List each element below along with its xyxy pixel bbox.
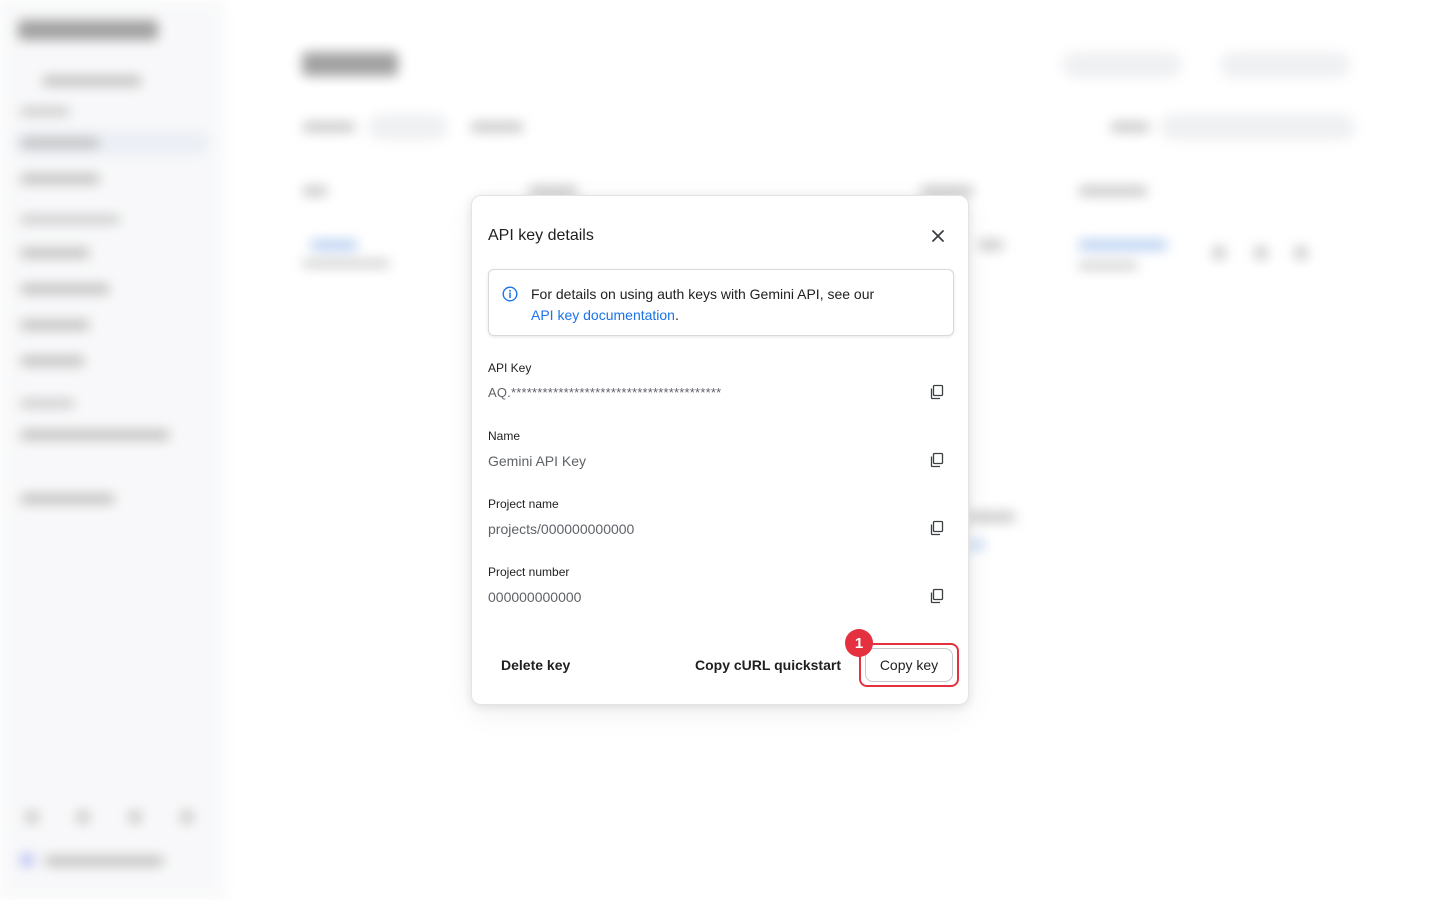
dialog-title: API key details [488, 227, 594, 244]
delete-key-button[interactable]: Delete key [501, 657, 570, 673]
close-button[interactable] [926, 224, 950, 248]
api-key-documentation-link[interactable]: API key documentation [531, 307, 675, 323]
info-text: For details on using auth keys with Gemi… [531, 284, 941, 326]
info-message: For details on using auth keys with Gemi… [531, 286, 875, 302]
field-value-api-key: AQ.*************************************… [488, 385, 722, 400]
background-sidebar [0, 0, 225, 900]
info-banner: For details on using auth keys with Gemi… [488, 269, 954, 336]
copy-key-button[interactable]: Copy key [865, 648, 953, 682]
field-label-project-number: Project number [488, 565, 570, 579]
field-value-project-name: projects/000000000000 [488, 521, 635, 537]
copy-project-name-icon[interactable] [929, 520, 945, 536]
field-label-api-key: API Key [488, 361, 532, 375]
field-value-project-number: 000000000000 [488, 589, 582, 605]
copy-api-key-icon[interactable] [929, 384, 945, 400]
info-icon [502, 286, 518, 302]
field-value-name: Gemini API Key [488, 453, 587, 469]
info-suffix: . [674, 307, 679, 323]
step-marker-badge: 1 [845, 629, 873, 657]
copy-curl-quickstart-button[interactable]: Copy cURL quickstart [695, 657, 841, 673]
api-key-details-dialog: API key details For details on using aut… [471, 195, 969, 705]
field-label-project-name: Project name [488, 497, 559, 511]
copy-name-icon[interactable] [929, 452, 945, 468]
field-label-name: Name [488, 429, 521, 443]
close-icon [932, 230, 944, 242]
copy-project-number-icon[interactable] [929, 588, 945, 604]
